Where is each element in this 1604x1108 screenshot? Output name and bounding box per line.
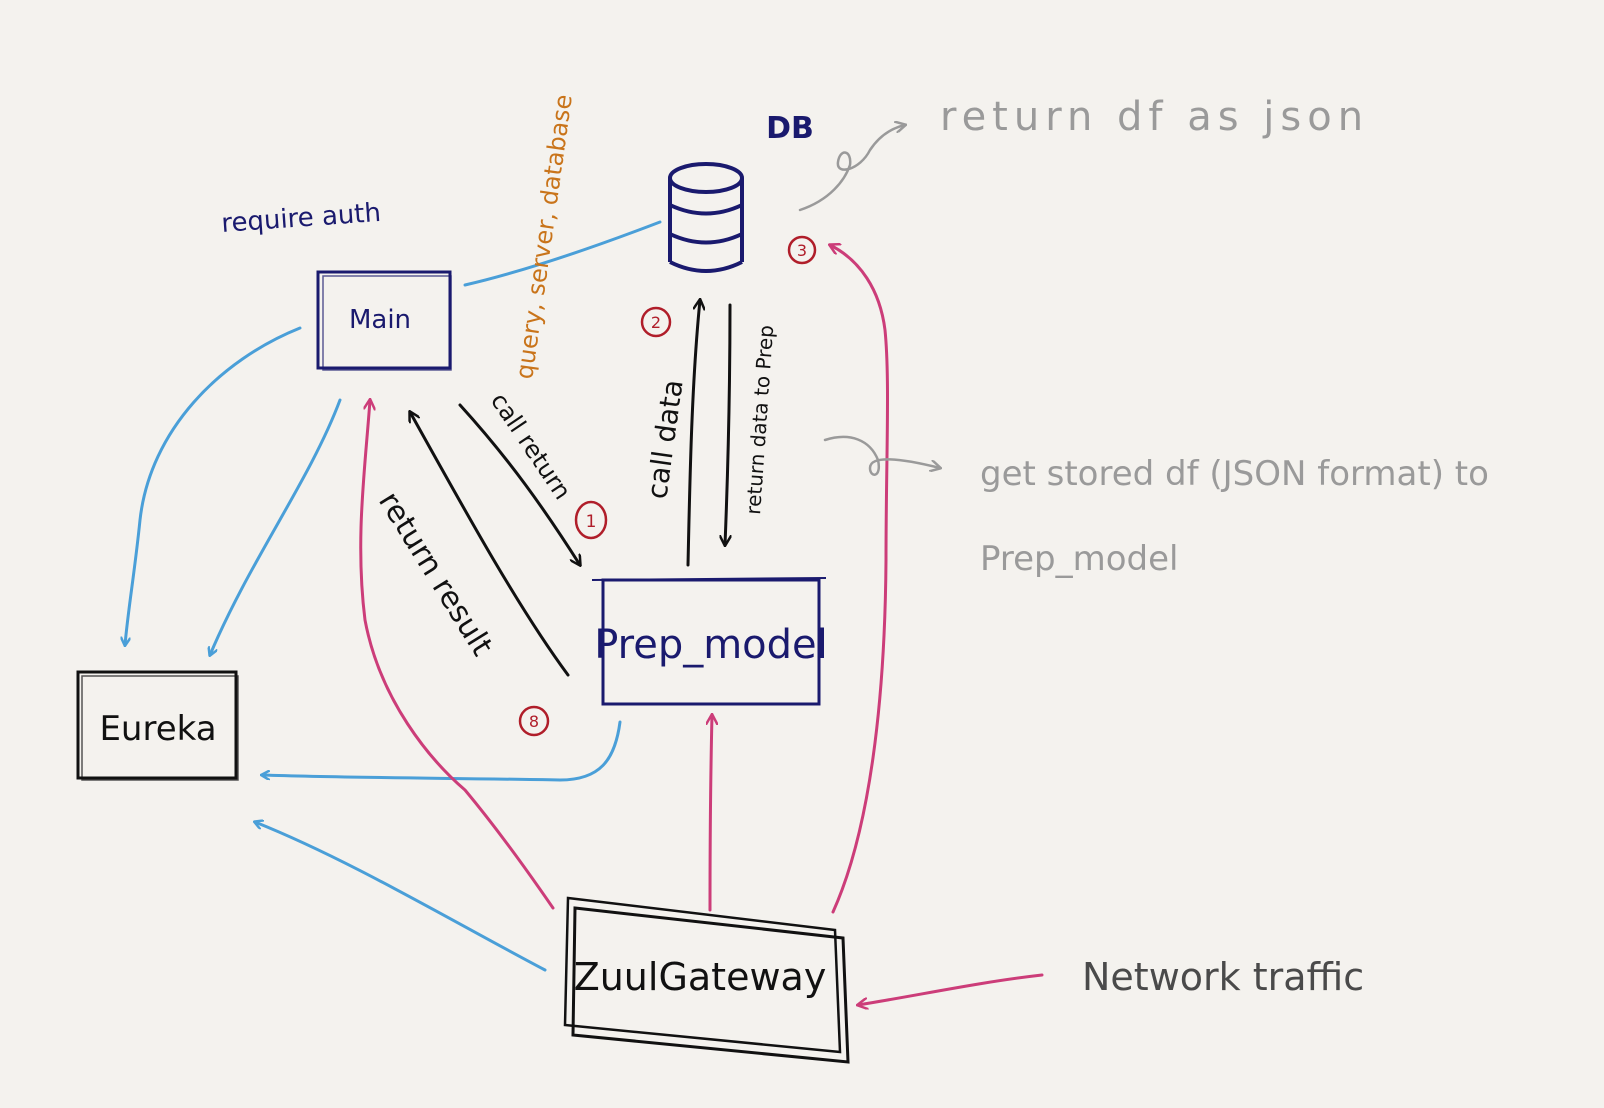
prep-model-node[interactable]: Prep_model	[591, 577, 828, 706]
svg-text:2: 2	[651, 313, 661, 332]
prep-note-line2: Prep_model	[980, 539, 1179, 579]
zuul-to-prep-arrow	[710, 715, 712, 912]
svg-text:3: 3	[797, 241, 807, 260]
db-note-arrow	[798, 125, 905, 212]
main-to-eureka-arrow-1	[125, 326, 302, 645]
db-title: DB	[766, 111, 814, 146]
eureka-label: Eureka	[99, 709, 216, 749]
return-data-label: return data to Prep	[741, 324, 778, 515]
prep-note-line1: get stored df (JSON format) to	[980, 454, 1489, 494]
db-note: return df as json	[940, 94, 1369, 140]
network-traffic-label: Network traffic	[1082, 955, 1364, 999]
zuul-to-eureka-arrow	[255, 822, 547, 972]
architecture-diagram: Main Prep_model Eureka ZuulGateway DB re…	[76, 93, 1489, 1064]
svg-text:1: 1	[586, 512, 597, 532]
svg-text:8: 8	[529, 712, 539, 731]
zuul-gateway-node[interactable]: ZuulGateway	[563, 896, 850, 1064]
return-result-label: return result	[371, 486, 499, 663]
network-to-zuul-arrow	[858, 973, 1044, 1005]
zuul-to-db-arrow	[830, 245, 890, 914]
call-return-label: call return	[485, 388, 577, 505]
main-node[interactable]: Main	[316, 270, 452, 371]
prep-to-eureka-arrow	[262, 720, 622, 782]
step-3-marker: 3	[787, 235, 817, 265]
zuul-to-main-arrow	[359, 400, 555, 910]
eureka-node[interactable]: Eureka	[76, 670, 239, 781]
main-label: Main	[349, 305, 411, 335]
main-to-eureka-arrow-2	[210, 398, 342, 655]
main-to-db-connection	[463, 220, 662, 287]
prep-to-db-call-arrow	[686, 300, 700, 567]
step-1-marker: 1	[574, 500, 608, 540]
prep-note-arrow	[823, 435, 940, 476]
call-data-label: call data	[640, 377, 689, 501]
db-to-prep-return-arrow	[725, 303, 732, 545]
require-auth-label: require auth	[220, 198, 382, 239]
step-8-marker: 8	[518, 705, 550, 737]
query-server-database-label: query, server, database	[510, 93, 578, 381]
prep-model-label: Prep_model	[594, 622, 828, 668]
db-node[interactable]	[668, 162, 744, 273]
zuul-gateway-label: ZuulGateway	[574, 955, 827, 999]
step-2-marker: 2	[640, 306, 672, 338]
